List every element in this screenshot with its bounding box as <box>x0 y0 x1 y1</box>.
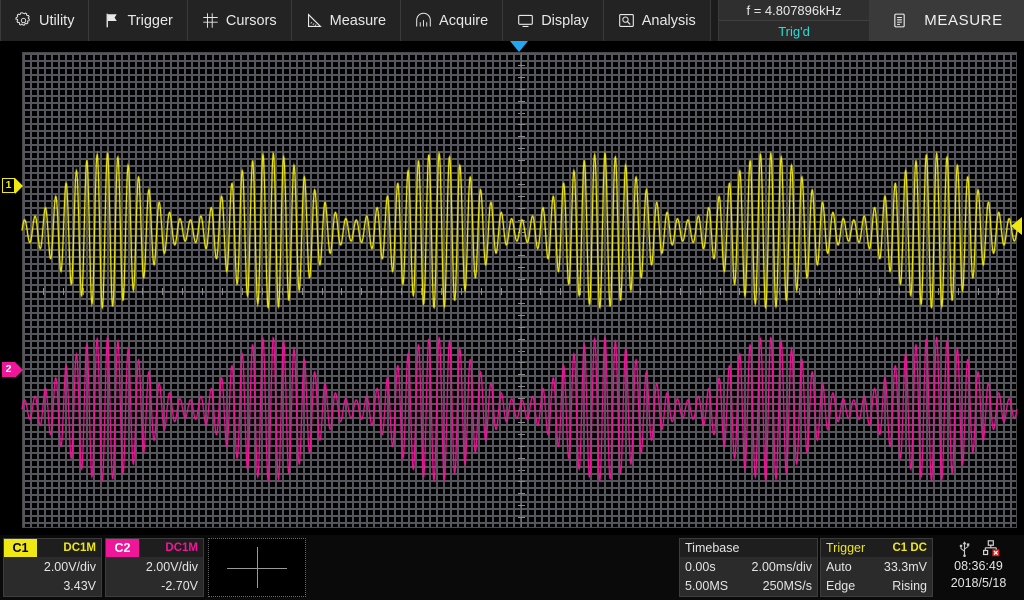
timebase-row-1: 0.00s 2.00ms/div <box>680 557 817 577</box>
system-date: 2018/5/18 <box>950 575 1007 590</box>
menu-item-trigger[interactable]: Trigger <box>89 0 188 41</box>
timebase-memory-depth: 5.00MS <box>685 579 729 594</box>
trigger-readout-block: f = 4.807896kHz Trig'd <box>718 0 870 41</box>
trigger-status-badge: Trig'd <box>719 21 869 41</box>
timebase-title: Timebase <box>685 541 740 555</box>
timebase-delay: 0.00s <box>685 559 716 574</box>
timebase-sample-rate: 250MS/s <box>762 579 812 594</box>
trigger-mode: Auto <box>826 559 852 574</box>
trigger-type: Edge <box>826 579 856 594</box>
channel-1-panel[interactable]: C1 DC1M 2.00V/div 3.43V <box>3 538 102 597</box>
menu-item-display[interactable]: Display <box>503 0 604 41</box>
ruler-triangle-icon <box>307 13 322 28</box>
oscilloscope-screen: Utility Trigger Cursors Measure Acquire … <box>0 0 1024 600</box>
trigger-header: Trigger C1 DC <box>821 539 932 557</box>
channel-1-ground-marker[interactable]: 1 <box>2 177 23 194</box>
trigger-slope: Rising <box>892 579 927 594</box>
monitor-icon <box>518 14 534 28</box>
measure-mode-button[interactable]: MEASURE <box>870 0 1024 41</box>
system-time: 08:36:49 <box>954 559 1003 573</box>
menu-item-utility[interactable]: Utility <box>0 0 90 41</box>
menu-item-label: Analysis <box>641 12 696 29</box>
status-bar: C1 DC1M 2.00V/div 3.43V C2 DC1M 2.00V/di… <box>0 535 1024 600</box>
channel-1-tag[interactable]: C1 <box>4 539 37 557</box>
menu-item-label: Trigger <box>127 12 173 29</box>
top-menu-bar: Utility Trigger Cursors Measure Acquire … <box>0 0 1024 41</box>
channel-1-marker-nib <box>15 177 23 194</box>
channel-1-scale: 2.00V/div <box>43 559 96 574</box>
magnifier-box-icon <box>618 13 634 28</box>
channel-2-marker-nib <box>15 361 23 378</box>
frequency-readout: f = 4.807896kHz <box>719 0 869 21</box>
trigger-row-1: Auto 33.3mV <box>821 557 932 577</box>
menu-item-acquire[interactable]: Acquire <box>401 0 504 41</box>
system-panel: 08:36:49 2018/5/18 <box>935 538 1022 597</box>
trigger-level-marker[interactable] <box>1011 217 1022 235</box>
channel-2-marker-label: 2 <box>2 362 15 377</box>
trigger-panel[interactable]: Trigger C1 DC Auto 33.3mV Edge Rising <box>820 538 933 597</box>
timebase-time-per-div: 2.00ms/div <box>751 559 812 574</box>
channel-1-header: C1 DC1M <box>4 539 101 557</box>
channel-2-waveform-trace <box>20 334 1019 484</box>
waveform-display-area[interactable]: 1 2 <box>0 41 1024 535</box>
flag-icon <box>107 13 118 28</box>
channel-2-panel[interactable]: C2 DC1M 2.00V/div -2.70V <box>105 538 204 597</box>
menu-item-measure[interactable]: Measure <box>292 0 402 41</box>
channel-2-ground-marker[interactable]: 2 <box>2 361 23 378</box>
menu-item-label: Measure <box>329 12 387 29</box>
channel-1-coupling: DC1M <box>63 542 96 554</box>
trigger-source: C1 DC <box>892 542 927 554</box>
channel-2-scale: 2.00V/div <box>145 559 198 574</box>
timebase-row-2: 5.00MS 250MS/s <box>680 577 817 597</box>
usb-icon[interactable] <box>958 540 971 557</box>
menu-item-label: Utility <box>39 12 75 29</box>
menu-item-cursors[interactable]: Cursors <box>188 0 292 41</box>
menu-item-analysis[interactable]: Analysis <box>604 0 711 41</box>
lan-disconnected-icon[interactable] <box>982 539 1000 557</box>
timebase-header: Timebase <box>680 539 817 557</box>
channel-2-offset: -2.70V <box>161 579 198 594</box>
trigger-title: Trigger <box>826 541 866 555</box>
channel-2-coupling: DC1M <box>165 542 198 554</box>
measure-mode-label: MEASURE <box>924 12 1003 29</box>
topbar-spacer <box>710 0 718 41</box>
acquire-arch-icon <box>416 12 431 27</box>
crosshair-grid-icon <box>203 13 218 28</box>
clipboard-list-icon <box>894 13 906 28</box>
menu-item-label: Display <box>541 12 589 29</box>
channel-1-marker-label: 1 <box>2 178 15 193</box>
gear-icon <box>15 12 30 26</box>
trigger-row-2: Edge Rising <box>821 577 932 597</box>
menu-item-label: Cursors <box>225 12 277 29</box>
trigger-level: 33.3mV <box>883 559 927 574</box>
timebase-panel[interactable]: Timebase 0.00s 2.00ms/div 5.00MS 250MS/s <box>679 538 818 597</box>
zoom-region-preview[interactable] <box>208 538 306 597</box>
channel-1-offset: 3.43V <box>63 579 96 594</box>
zoom-crosshair-vertical <box>257 547 258 588</box>
trigger-position-marker[interactable] <box>510 41 528 52</box>
menu-item-label: Acquire <box>439 12 489 29</box>
channel-2-tag[interactable]: C2 <box>106 539 139 557</box>
channel-2-header: C2 DC1M <box>106 539 203 557</box>
system-icons <box>958 538 1000 558</box>
